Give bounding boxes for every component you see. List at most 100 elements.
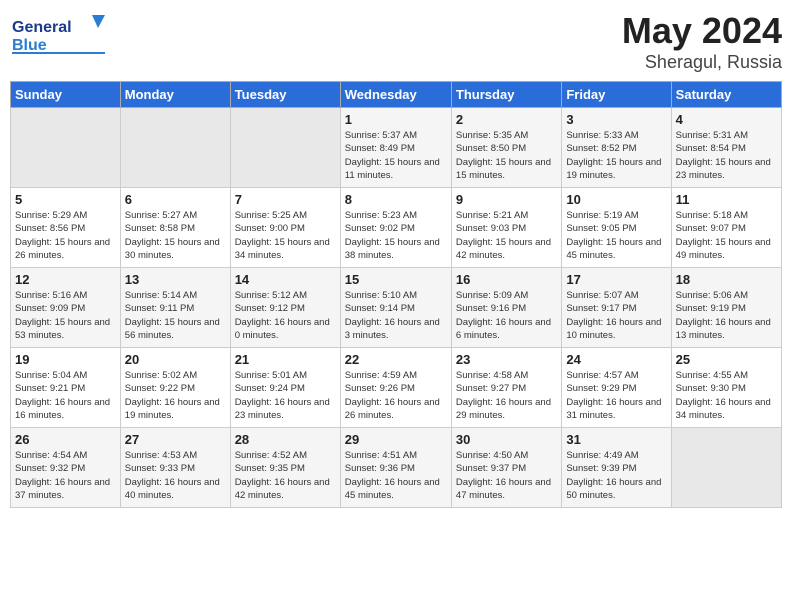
weekday-header-monday: Monday [120, 82, 230, 108]
day-info: Sunrise: 5:10 AMSunset: 9:14 PMDaylight:… [345, 289, 447, 342]
day-cell-18: 18 Sunrise: 5:06 AMSunset: 9:19 PMDayligh… [671, 268, 781, 348]
day-info: Sunrise: 5:19 AMSunset: 9:05 PMDaylight:… [566, 209, 666, 262]
day-info: Sunrise: 5:06 AMSunset: 9:19 PMDaylight:… [676, 289, 777, 342]
day-info: Sunrise: 5:16 AMSunset: 9:09 PMDaylight:… [15, 289, 116, 342]
day-info: Sunrise: 5:09 AMSunset: 9:16 PMDaylight:… [456, 289, 557, 342]
week-row-4: 19 Sunrise: 5:04 AMSunset: 9:21 PMDayligh… [11, 348, 782, 428]
day-info: Sunrise: 4:53 AMSunset: 9:33 PMDaylight:… [125, 449, 226, 502]
day-cell-3: 3 Sunrise: 5:33 AMSunset: 8:52 PMDaylight… [562, 108, 671, 188]
day-number: 5 [15, 192, 116, 207]
weekday-header-friday: Friday [562, 82, 671, 108]
day-number: 13 [125, 272, 226, 287]
day-number: 1 [345, 112, 447, 127]
day-number: 2 [456, 112, 557, 127]
day-cell-24: 24 Sunrise: 4:57 AMSunset: 9:29 PMDayligh… [562, 348, 671, 428]
day-info: Sunrise: 5:14 AMSunset: 9:11 PMDaylight:… [125, 289, 226, 342]
weekday-header-row: SundayMondayTuesdayWednesdayThursdayFrid… [11, 82, 782, 108]
day-cell-1: 1 Sunrise: 5:37 AMSunset: 8:49 PMDaylight… [340, 108, 451, 188]
day-number: 15 [345, 272, 447, 287]
day-number: 20 [125, 352, 226, 367]
day-cell-2: 2 Sunrise: 5:35 AMSunset: 8:50 PMDaylight… [451, 108, 561, 188]
day-info: Sunrise: 5:25 AMSunset: 9:00 PMDaylight:… [235, 209, 336, 262]
day-cell-11: 11 Sunrise: 5:18 AMSunset: 9:07 PMDayligh… [671, 188, 781, 268]
day-cell-30: 30Sunrise: 4:50 AMSunset: 9:37 PMDayligh… [451, 428, 561, 508]
day-cell-25: 25Sunrise: 4:55 AMSunset: 9:30 PMDayligh… [671, 348, 781, 428]
day-number: 12 [15, 272, 116, 287]
day-cell-15: 15 Sunrise: 5:10 AMSunset: 9:14 PMDayligh… [340, 268, 451, 348]
day-cell-31: 31 Sunrise: 4:49 AMSunset: 9:39 PMDayligh… [562, 428, 671, 508]
weekday-header-saturday: Saturday [671, 82, 781, 108]
day-number: 11 [676, 192, 777, 207]
day-cell-10: 10Sunrise: 5:19 AMSunset: 9:05 PMDayligh… [562, 188, 671, 268]
day-cell-23: 23Sunrise: 4:58 AMSunset: 9:27 PMDayligh… [451, 348, 561, 428]
day-cell-4: 4Sunrise: 5:31 AMSunset: 8:54 PMDaylight… [671, 108, 781, 188]
day-cell-14: 14 Sunrise: 5:12 AMSunset: 9:12 PMDayligh… [230, 268, 340, 348]
day-info: Sunrise: 5:35 AMSunset: 8:50 PMDaylight:… [456, 129, 557, 182]
day-number: 14 [235, 272, 336, 287]
day-cell-16: 16 Sunrise: 5:09 AMSunset: 9:16 PMDayligh… [451, 268, 561, 348]
day-cell-17: 17 Sunrise: 5:07 AMSunset: 9:17 PMDayligh… [562, 268, 671, 348]
day-info: Sunrise: 5:07 AMSunset: 9:17 PMDaylight:… [566, 289, 666, 342]
day-number: 27 [125, 432, 226, 447]
day-cell-29: 29 Sunrise: 4:51 AMSunset: 9:36 PMDayligh… [340, 428, 451, 508]
day-number: 16 [456, 272, 557, 287]
day-cell-12: 12 Sunrise: 5:16 AMSunset: 9:09 PMDayligh… [11, 268, 121, 348]
month-year: May 2024 [622, 10, 782, 52]
day-info: Sunrise: 5:02 AMSunset: 9:22 PMDaylight:… [125, 369, 226, 422]
weekday-header-tuesday: Tuesday [230, 82, 340, 108]
day-number: 26 [15, 432, 116, 447]
day-info: Sunrise: 4:58 AMSunset: 9:27 PMDaylight:… [456, 369, 557, 422]
day-cell-13: 13 Sunrise: 5:14 AMSunset: 9:11 PMDayligh… [120, 268, 230, 348]
day-number: 30 [456, 432, 557, 447]
location: Sheragul, Russia [622, 52, 782, 73]
weekday-header-sunday: Sunday [11, 82, 121, 108]
day-info: Sunrise: 5:01 AMSunset: 9:24 PMDaylight:… [235, 369, 336, 422]
day-info: Sunrise: 5:04 AMSunset: 9:21 PMDaylight:… [15, 369, 116, 422]
day-info: Sunrise: 5:18 AMSunset: 9:07 PMDaylight:… [676, 209, 777, 262]
day-number: 19 [15, 352, 116, 367]
day-number: 6 [125, 192, 226, 207]
empty-cell [671, 428, 781, 508]
week-row-2: 5 Sunrise: 5:29 AMSunset: 8:56 PMDaylight… [11, 188, 782, 268]
day-number: 17 [566, 272, 666, 287]
day-info: Sunrise: 4:49 AMSunset: 9:39 PMDaylight:… [566, 449, 666, 502]
weekday-header-thursday: Thursday [451, 82, 561, 108]
day-info: Sunrise: 5:29 AMSunset: 8:56 PMDaylight:… [15, 209, 116, 262]
day-info: Sunrise: 5:33 AMSunset: 8:52 PMDaylight:… [566, 129, 666, 182]
day-cell-26: 26 Sunrise: 4:54 AMSunset: 9:32 PMDayligh… [11, 428, 121, 508]
day-number: 29 [345, 432, 447, 447]
day-cell-27: 27 Sunrise: 4:53 AMSunset: 9:33 PMDayligh… [120, 428, 230, 508]
day-info: Sunrise: 4:59 AMSunset: 9:26 PMDaylight:… [345, 369, 447, 422]
day-cell-8: 8 Sunrise: 5:23 AMSunset: 9:02 PMDaylight… [340, 188, 451, 268]
logo-content: General Blue [10, 10, 120, 65]
day-info: Sunrise: 5:27 AMSunset: 8:58 PMDaylight:… [125, 209, 226, 262]
empty-cell [11, 108, 121, 188]
day-number: 21 [235, 352, 336, 367]
day-number: 31 [566, 432, 666, 447]
day-cell-28: 28Sunrise: 4:52 AMSunset: 9:35 PMDayligh… [230, 428, 340, 508]
day-number: 22 [345, 352, 447, 367]
day-cell-5: 5 Sunrise: 5:29 AMSunset: 8:56 PMDaylight… [11, 188, 121, 268]
day-number: 24 [566, 352, 666, 367]
day-cell-6: 6 Sunrise: 5:27 AMSunset: 8:58 PMDaylight… [120, 188, 230, 268]
day-number: 3 [566, 112, 666, 127]
day-info: Sunrise: 4:57 AMSunset: 9:29 PMDaylight:… [566, 369, 666, 422]
day-cell-20: 20 Sunrise: 5:02 AMSunset: 9:22 PMDayligh… [120, 348, 230, 428]
day-info: Sunrise: 5:23 AMSunset: 9:02 PMDaylight:… [345, 209, 447, 262]
day-number: 18 [676, 272, 777, 287]
day-number: 25 [676, 352, 777, 367]
week-row-5: 26 Sunrise: 4:54 AMSunset: 9:32 PMDayligh… [11, 428, 782, 508]
day-number: 8 [345, 192, 447, 207]
empty-cell [230, 108, 340, 188]
day-info: Sunrise: 4:51 AMSunset: 9:36 PMDaylight:… [345, 449, 447, 502]
day-number: 4 [676, 112, 777, 127]
empty-cell [120, 108, 230, 188]
svg-text:Blue: Blue [12, 37, 47, 54]
weekday-header-wednesday: Wednesday [340, 82, 451, 108]
day-info: Sunrise: 4:54 AMSunset: 9:32 PMDaylight:… [15, 449, 116, 502]
day-info: Sunrise: 5:37 AMSunset: 8:49 PMDaylight:… [345, 129, 447, 182]
day-info: Sunrise: 5:12 AMSunset: 9:12 PMDaylight:… [235, 289, 336, 342]
week-row-1: 1 Sunrise: 5:37 AMSunset: 8:49 PMDaylight… [11, 108, 782, 188]
day-info: Sunrise: 5:21 AMSunset: 9:03 PMDaylight:… [456, 209, 557, 262]
day-cell-21: 21 Sunrise: 5:01 AMSunset: 9:24 PMDayligh… [230, 348, 340, 428]
